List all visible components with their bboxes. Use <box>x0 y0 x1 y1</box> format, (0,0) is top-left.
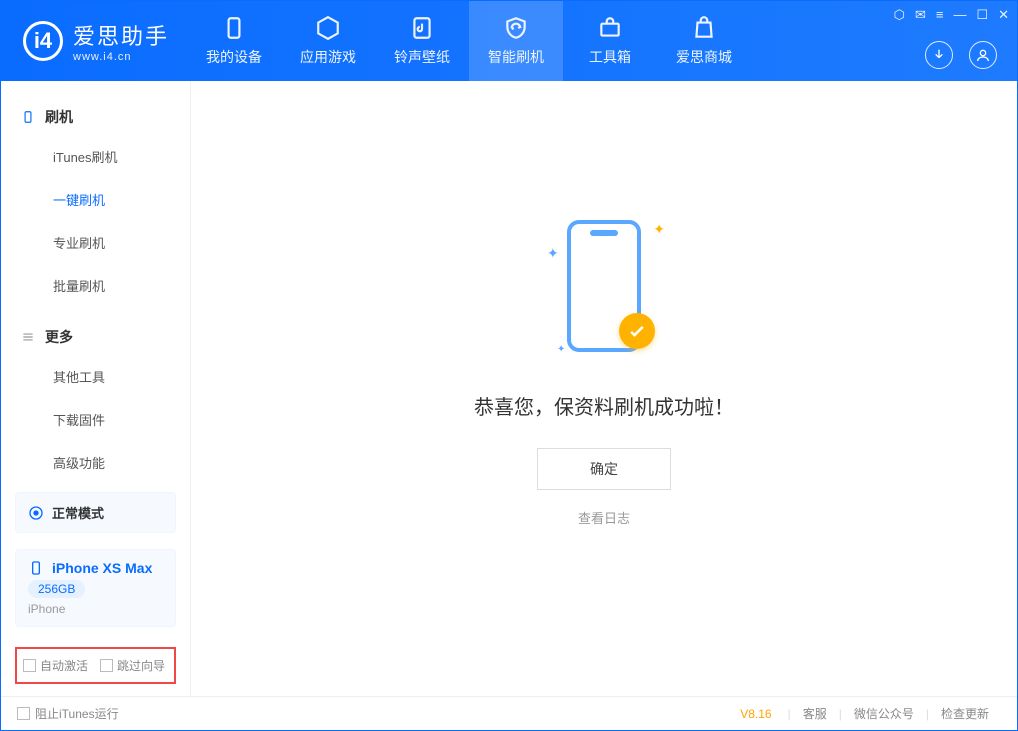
success-illustration: ✦ ✦ ✦ <box>549 211 659 361</box>
section-label: 刷机 <box>45 107 73 127</box>
tab-label: 我的设备 <box>206 47 262 67</box>
bag-icon <box>691 15 717 41</box>
download-manager-icon[interactable] <box>925 41 953 69</box>
footer-link-update[interactable]: 检查更新 <box>929 705 1001 722</box>
logo[interactable]: i4 爱思助手 www.i4.cn <box>1 19 187 63</box>
mode-icon <box>28 505 44 521</box>
tab-label: 工具箱 <box>589 47 631 67</box>
checkbox-icon <box>17 707 30 720</box>
sidebar-item-advanced[interactable]: 高级功能 <box>1 441 190 484</box>
sidebar-item-batch-flash[interactable]: 批量刷机 <box>1 264 190 307</box>
device-info-box[interactable]: iPhone XS Max 256GB iPhone <box>15 549 176 627</box>
checkbox-icon <box>23 659 36 672</box>
checkbox-stop-itunes[interactable]: 阻止iTunes运行 <box>17 705 119 722</box>
phone-small-icon <box>28 560 44 576</box>
ok-button[interactable]: 确定 <box>537 448 671 490</box>
account-icon[interactable] <box>969 41 997 69</box>
logo-icon: i4 <box>23 21 63 61</box>
sidebar-section-more: 更多 <box>1 319 190 355</box>
list-icon <box>21 330 35 344</box>
tab-my-device[interactable]: 我的设备 <box>187 1 281 81</box>
success-message: 恭喜您，保资料刷机成功啦！ <box>474 391 734 420</box>
refresh-shield-icon <box>503 15 529 41</box>
skin-icon[interactable]: ⬡ <box>894 7 905 23</box>
device-mode-box[interactable]: 正常模式 <box>15 492 176 533</box>
menu-icon[interactable]: ≡ <box>936 7 944 23</box>
close-icon[interactable]: ✕ <box>998 7 1009 23</box>
view-log-link[interactable]: 查看日志 <box>578 508 630 527</box>
tab-label: 铃声壁纸 <box>394 47 450 67</box>
version-label: V8.16 <box>740 707 771 721</box>
tab-ringtones-wallpapers[interactable]: 铃声壁纸 <box>375 1 469 81</box>
window-controls: ⬡ ✉ ≡ ― ☐ ✕ <box>894 7 1009 23</box>
phone-icon <box>221 15 247 41</box>
tab-store[interactable]: 爱思商城 <box>657 1 751 81</box>
main-content: ✦ ✦ ✦ 恭喜您，保资料刷机成功啦！ 确定 查看日志 <box>191 81 1017 696</box>
device-name: iPhone XS Max <box>52 560 152 576</box>
sidebar-section-flash: 刷机 <box>1 99 190 135</box>
device-capacity: 256GB <box>28 580 85 598</box>
maximize-icon[interactable]: ☐ <box>976 7 988 23</box>
tab-apps-games[interactable]: 应用游戏 <box>281 1 375 81</box>
minimize-icon[interactable]: ― <box>953 7 966 23</box>
checkbox-label: 自动激活 <box>40 657 88 674</box>
app-name: 爱思助手 <box>73 19 169 51</box>
sidebar-item-pro-flash[interactable]: 专业刷机 <box>1 221 190 264</box>
device-sub: iPhone <box>28 602 163 616</box>
footer-link-wechat[interactable]: 微信公众号 <box>842 705 926 722</box>
tab-smart-flash[interactable]: 智能刷机 <box>469 1 563 81</box>
checkmark-badge-icon <box>619 313 655 349</box>
checkbox-label: 阻止iTunes运行 <box>35 705 119 722</box>
toolbox-icon <box>597 15 623 41</box>
tab-label: 爱思商城 <box>676 47 732 67</box>
sidebar-item-oneclick-flash[interactable]: 一键刷机 <box>1 178 190 221</box>
footer-link-support[interactable]: 客服 <box>791 705 839 722</box>
checkbox-auto-activate[interactable]: 自动激活 <box>23 657 88 674</box>
nav-tabs: 我的设备 应用游戏 铃声壁纸 智能刷机 工具箱 爱思商城 <box>187 1 751 81</box>
tab-label: 智能刷机 <box>488 47 544 67</box>
section-label: 更多 <box>45 327 73 347</box>
music-file-icon <box>409 15 435 41</box>
mode-label: 正常模式 <box>52 503 104 522</box>
feedback-icon[interactable]: ✉ <box>915 7 926 23</box>
statusbar: 阻止iTunes运行 V8.16 | 客服 | 微信公众号 | 检查更新 <box>1 696 1017 730</box>
header-actions <box>925 41 997 69</box>
checkbox-icon <box>100 659 113 672</box>
checkbox-skip-wizard[interactable]: 跳过向导 <box>100 657 165 674</box>
app-url: www.i4.cn <box>73 51 169 63</box>
sidebar-item-other-tools[interactable]: 其他工具 <box>1 355 190 398</box>
sidebar-item-download-firmware[interactable]: 下载固件 <box>1 398 190 441</box>
device-icon <box>21 110 35 124</box>
sidebar: 刷机 iTunes刷机 一键刷机 专业刷机 批量刷机 更多 其他工具 下载固件 … <box>1 81 191 696</box>
tab-label: 应用游戏 <box>300 47 356 67</box>
cube-icon <box>315 15 341 41</box>
tab-toolbox[interactable]: 工具箱 <box>563 1 657 81</box>
app-header: i4 爱思助手 www.i4.cn 我的设备 应用游戏 铃声壁纸 智能刷机 工具… <box>1 1 1017 81</box>
checkbox-label: 跳过向导 <box>117 657 165 674</box>
activation-options: 自动激活 跳过向导 <box>15 647 176 684</box>
sidebar-item-itunes-flash[interactable]: iTunes刷机 <box>1 135 190 178</box>
